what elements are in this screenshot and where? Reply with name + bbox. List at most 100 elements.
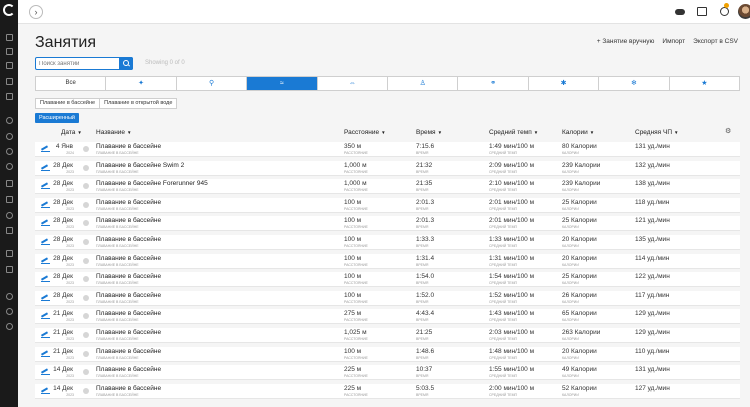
row-time-label: время (416, 374, 429, 379)
type-tab-strength[interactable]: ✱ (529, 77, 600, 90)
devices-icon[interactable] (6, 293, 13, 300)
favorite-icon[interactable] (83, 201, 89, 208)
row-activity-name[interactable]: Плавание в бассейне (96, 385, 161, 392)
cloud-upload-icon[interactable] (675, 7, 685, 16)
inbox-icon[interactable] (697, 7, 707, 16)
row-activity-name[interactable]: Плавание в бассейне (96, 273, 161, 280)
heart-icon[interactable] (6, 133, 13, 140)
row-activity-name[interactable]: Плавание в бассейне (96, 255, 161, 262)
favorite-icon[interactable] (83, 239, 89, 245)
table-row[interactable]: 28 Дек 2023 Плавание в бассейне плавание в … (35, 253, 740, 269)
add-manual-activity-link[interactable]: + Занятие вручную (597, 38, 655, 45)
table-row[interactable]: 28 Дек 2023 Плавание в бассейне плавание в … (35, 272, 740, 288)
type-tab-running[interactable]: ✦ (106, 77, 177, 90)
app-logo[interactable] (3, 4, 15, 16)
workouts-icon[interactable] (6, 180, 13, 187)
favorite-icon[interactable] (83, 294, 89, 301)
table-row[interactable]: 21 Дек 2023 Плавание в бассейне плавание в … (35, 309, 740, 325)
column-hr-label: Средняя ЧП (635, 129, 673, 136)
type-tab-fitness[interactable]: ⚭ (458, 77, 529, 90)
timer-icon[interactable] (6, 163, 13, 170)
connections-icon[interactable] (6, 250, 13, 257)
row-activity-name[interactable]: Плавание в бассейне (96, 366, 161, 373)
activities-icon[interactable] (6, 117, 13, 124)
table-row[interactable]: 28 Дек 2023 Плавание в бассейне плавание в … (35, 290, 740, 306)
favorite-icon[interactable] (83, 369, 89, 376)
chart-icon[interactable] (6, 62, 13, 69)
type-tab-winter[interactable]: ❄ (599, 77, 670, 90)
table-row[interactable]: 21 Дек 2023 Плавание в бассейне плавание в … (35, 346, 740, 362)
row-activity-name[interactable]: Плавание в бассейне (96, 292, 161, 299)
type-tab-multisport[interactable]: ⇔ (318, 77, 389, 90)
export-csv-link[interactable]: Экспорт в CSV (693, 38, 738, 45)
avatar[interactable] (738, 4, 750, 19)
courses-icon[interactable] (6, 196, 13, 203)
search-input[interactable] (39, 59, 119, 69)
row-activity-name[interactable]: Плавание в бассейне (96, 199, 161, 206)
table-row[interactable]: 14 Дек 2023 Плавание в бассейне плавание в … (35, 383, 740, 399)
row-activity-name[interactable]: Плавание в бассейне Swim 2 (96, 162, 184, 169)
type-tab-walking[interactable]: ♙ (388, 77, 459, 90)
import-link[interactable]: Импорт (662, 38, 685, 45)
column-calories[interactable]: Калории ▼ (562, 129, 594, 136)
type-tab-cycling[interactable]: ⚲ (177, 77, 248, 90)
favorite-icon[interactable] (83, 350, 89, 357)
layers-icon[interactable] (6, 48, 13, 55)
column-name[interactable]: Название ▼ (96, 129, 132, 136)
row-activity-name[interactable]: Плавание в бассейне (96, 236, 161, 243)
favorite-icon[interactable] (83, 276, 89, 283)
pool-swim-button[interactable]: Плавание в бассейне (35, 98, 101, 109)
type-tab-all[interactable]: Все (36, 77, 107, 90)
type-tab-swimming[interactable]: ≈ (247, 77, 318, 90)
table-row[interactable]: 4 Янв 2024 Плавание в бассейне плавание в б… (35, 142, 740, 157)
column-time[interactable]: Время ▼ (416, 129, 442, 136)
notifications-icon[interactable] (719, 7, 729, 16)
row-activity-name[interactable]: Плавание в бассейне (96, 348, 161, 355)
reports-icon[interactable] (6, 93, 13, 100)
row-time-label: время (416, 262, 429, 267)
calendar-icon[interactable] (6, 78, 13, 85)
open-water-swim-button[interactable]: Плавание в открытой воде (100, 98, 178, 109)
table-row[interactable]: 28 Дек 2023 Плавание в бассейне плавание в … (35, 197, 740, 213)
table-row[interactable]: 28 Дек 2023 Плавание в бассейне Forerunner… (35, 179, 740, 195)
table-row[interactable]: 14 Дек 2023 Плавание в бассейне плавание в … (35, 365, 740, 381)
column-pace[interactable]: Средний темп ▼ (489, 129, 538, 136)
row-activity-name[interactable]: Плавание в бассейне Forerunner 945 (96, 180, 208, 187)
favorite-icon[interactable] (83, 220, 89, 227)
row-activity-name[interactable]: Плавание в бассейне (96, 329, 161, 336)
type-tab-other[interactable]: ★ (670, 77, 739, 90)
favorite-icon[interactable] (83, 257, 89, 264)
expand-sidebar-button[interactable]: › (29, 5, 43, 19)
favorite-icon[interactable] (83, 164, 89, 171)
column-distance[interactable]: Расстояние ▼ (344, 129, 386, 136)
column-settings-icon[interactable]: ⚙ (725, 127, 731, 135)
favorite-icon[interactable] (83, 146, 89, 152)
search-icon[interactable] (6, 34, 13, 41)
table-row[interactable]: 28 Дек 2023 Плавание в бассейне плавание в … (35, 235, 740, 250)
column-hr[interactable]: Средняя ЧП ▼ (635, 129, 678, 136)
insights-icon[interactable] (6, 212, 13, 219)
row-distance-label: расстояние (344, 392, 368, 397)
table-row[interactable]: 21 Дек 2023 Плавание в бассейне плавание в … (35, 328, 740, 343)
row-activity-name[interactable]: Плавание в бассейне (96, 217, 161, 224)
favorite-icon[interactable] (83, 183, 89, 190)
favorite-icon[interactable] (83, 332, 89, 338)
row-activity-name[interactable]: Плавание в бассейне (96, 310, 161, 317)
favorite-icon[interactable] (83, 313, 89, 320)
search-button[interactable] (119, 57, 133, 70)
row-date: 14 Дек (53, 384, 73, 392)
table-row[interactable]: 28 Дек 2023 Плавание в бассейне плавание в … (35, 216, 740, 232)
row-activity-name[interactable]: Плавание в бассейне (96, 143, 161, 150)
person-icon[interactable] (6, 148, 13, 155)
fitness-equipment-icon: ⚭ (490, 80, 497, 87)
help-icon[interactable] (6, 323, 13, 330)
favorite-icon[interactable] (83, 387, 89, 394)
column-date[interactable]: Дата ▼ (61, 129, 82, 136)
table-row[interactable]: 28 Дек 2023 Плавание в бассейне Swim 2 плав… (35, 160, 740, 176)
advanced-filter-button[interactable]: Расширенный (35, 113, 79, 123)
groups-icon[interactable] (6, 266, 13, 273)
gear-records-icon[interactable] (6, 227, 13, 234)
row-avg-hr: 121 уд./мин (635, 217, 670, 225)
settings-icon[interactable] (6, 308, 13, 315)
row-distance: 1,000 м (344, 161, 367, 169)
